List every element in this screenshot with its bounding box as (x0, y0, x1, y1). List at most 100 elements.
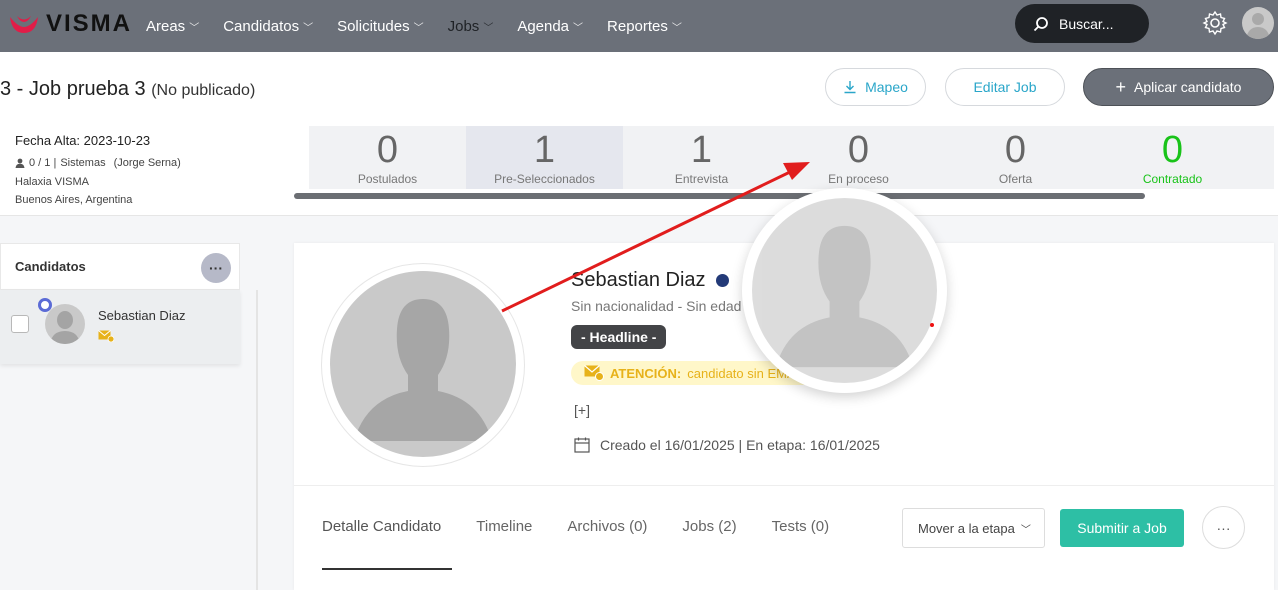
job-title-text: 3 - Job prueba 3 (0, 78, 146, 100)
candidates-more-button[interactable]: ··· (201, 253, 231, 283)
nav-item-areas[interactable]: Areas ﹀ (138, 0, 207, 52)
new-indicator-icon (38, 298, 52, 312)
more-icon: ··· (1216, 519, 1231, 536)
visma-logo-icon (10, 16, 38, 33)
download-icon (844, 81, 856, 94)
tab-detalle-candidato[interactable]: Detalle Candidato (322, 518, 441, 535)
panel-divider (256, 290, 258, 590)
drag-avatar-inner (752, 198, 937, 383)
tab-jobs[interactable]: Jobs (2) (682, 518, 736, 535)
move-stage-label: Mover a la etapa (918, 520, 1015, 536)
chevron-down-icon: ﹀ (413, 22, 424, 34)
cursor-dot-icon (930, 323, 934, 327)
brand-name: VISMA (46, 10, 133, 37)
stage-entrevista[interactable]: 1 Entrevista (623, 126, 780, 189)
drag-avatar-preview[interactable] (742, 188, 947, 393)
job-date: Fecha Alta: 2023-10-23 (15, 133, 151, 148)
calendar-icon (574, 437, 590, 453)
submit-label: Submitir a Job (1077, 520, 1167, 536)
search-button[interactable]: Buscar... (1015, 4, 1149, 43)
tab-timeline[interactable]: Timeline (476, 518, 532, 535)
user-silhouette-icon (775, 225, 914, 368)
nav-item-solicitudes[interactable]: Solicitudes ﹀ (329, 0, 432, 52)
list-item[interactable]: Sebastian Diaz (0, 290, 240, 364)
chevron-down-icon: ﹀ (1020, 524, 1031, 536)
chevron-down-icon: ﹀ (573, 22, 584, 34)
submit-to-job-button[interactable]: Submitir a Job (1060, 509, 1184, 547)
created-info: Creado el 16/01/2025 | En etapa: 16/01/2… (574, 437, 880, 453)
created-text: Creado el 16/01/2025 | En etapa: 16/01/2… (600, 437, 880, 453)
tab-tests[interactable]: Tests (0) (772, 518, 830, 535)
edit-job-button[interactable]: Editar Job (945, 68, 1065, 106)
stage-oferta[interactable]: 0 Oferta (937, 126, 1094, 189)
profile-tabs: Detalle Candidato Timeline Archivos (0) … (322, 518, 829, 535)
profile-name: Sebastian Diaz (571, 269, 706, 291)
section-divider (294, 485, 1274, 486)
main-nav: Areas ﹀ Candidatos ﹀ Solicitudes ﹀ Jobs ﹀ Ag… (138, 0, 698, 52)
brand-logo[interactable]: VISMA (8, 10, 132, 38)
candidate-name-heading: Sebastian Diaz (571, 269, 729, 292)
nav-item-agenda[interactable]: Agenda ﹀ (509, 0, 591, 52)
apply-candidate-button[interactable]: + Aplicar candidato (1083, 68, 1274, 106)
candidates-panel: Candidatos ··· Sebastian Diaz (0, 243, 240, 590)
candidates-title: Candidatos (15, 259, 86, 274)
mapeo-button[interactable]: Mapeo (825, 68, 926, 106)
nav-label: Agenda (517, 17, 570, 35)
stage-postulados[interactable]: 0 Postulados (309, 126, 466, 189)
candidate-name: Sebastian Diaz (98, 308, 186, 323)
stage-label: Entrevista (674, 172, 729, 186)
stage-count: 0 (847, 129, 870, 171)
stage-label: Contratado (1142, 172, 1203, 186)
job-meta: Fecha Alta: 2023-10-23 0 / 1 | Sistemas … (15, 130, 181, 210)
status-dot-icon (715, 274, 729, 287)
stage-count: 0 (1004, 129, 1027, 171)
chevron-down-icon: ﹀ (303, 22, 314, 34)
job-counts-row: 0 / 1 | Sistemas (Jorge Serna) (15, 154, 181, 173)
user-silhouette-icon (1246, 13, 1270, 39)
chevron-down-icon: ﹀ (189, 22, 200, 34)
profile-more-button[interactable]: ··· (1202, 506, 1245, 549)
nav-label: Reportes (607, 17, 668, 35)
stage-contratado[interactable]: 0 Contratado (1094, 126, 1251, 189)
move-stage-select[interactable]: Mover a la etapa ﹀ (902, 508, 1045, 548)
nav-item-jobs[interactable]: Jobs ﹀ (440, 0, 502, 52)
job-company: Halaxia VISMA (15, 175, 89, 188)
active-tab-indicator (322, 568, 452, 570)
candidate-photo[interactable] (330, 271, 516, 457)
headline-badge[interactable]: - Headline - (571, 325, 667, 349)
more-icon: ··· (209, 260, 223, 276)
candidate-avatar (45, 304, 85, 344)
job-area: Sistemas (60, 157, 106, 170)
user-silhouette-icon (50, 311, 80, 344)
top-nav-bar: VISMA Areas ﹀ Candidatos ﹀ Solicitudes ﹀ Jo… (0, 0, 1278, 52)
email-warning-icon (584, 365, 604, 381)
gear-icon[interactable] (1202, 10, 1228, 36)
stage-label: Postulados (357, 172, 418, 186)
stage-en-proceso[interactable]: 0 En proceso (780, 126, 937, 189)
candidates-header: Candidatos ··· (0, 243, 240, 290)
nav-item-reportes[interactable]: Reportes ﹀ (599, 0, 690, 52)
job-status: (No publicado) (151, 82, 256, 99)
tab-archivos[interactable]: Archivos (0) (567, 518, 647, 535)
search-icon (1033, 16, 1048, 31)
nav-label: Candidatos (223, 17, 300, 35)
candidate-checkbox[interactable] (11, 315, 29, 333)
nav-item-candidatos[interactable]: Candidatos ﹀ (215, 0, 321, 52)
user-avatar[interactable] (1242, 7, 1274, 39)
stage-label: Pre-Seleccionados (494, 172, 595, 186)
search-label: Buscar... (1059, 15, 1114, 32)
stage-pre-seleccionados[interactable]: 1 Pre-Seleccionados (466, 126, 623, 189)
chevron-down-icon: ﹀ (671, 22, 682, 34)
apply-candidate-label: Aplicar candidato (1134, 79, 1242, 95)
job-location: Buenos Aires, Argentina (15, 194, 133, 207)
expand-toggle[interactable]: [+] (574, 402, 590, 418)
nav-label: Areas (146, 17, 186, 35)
nav-label: Jobs (447, 17, 480, 35)
mapeo-label: Mapeo (865, 79, 908, 95)
nav-label: Solicitudes (337, 17, 410, 35)
chevron-down-icon: ﹀ (483, 22, 494, 34)
stages-scrollbar[interactable] (294, 193, 1145, 199)
job-owner: (Jorge Serna) (113, 157, 181, 170)
user-silhouette-icon (354, 299, 492, 441)
pipeline-stages: 0 Postulados 1 Pre-Seleccionados 1 Entrevis… (309, 126, 1274, 189)
